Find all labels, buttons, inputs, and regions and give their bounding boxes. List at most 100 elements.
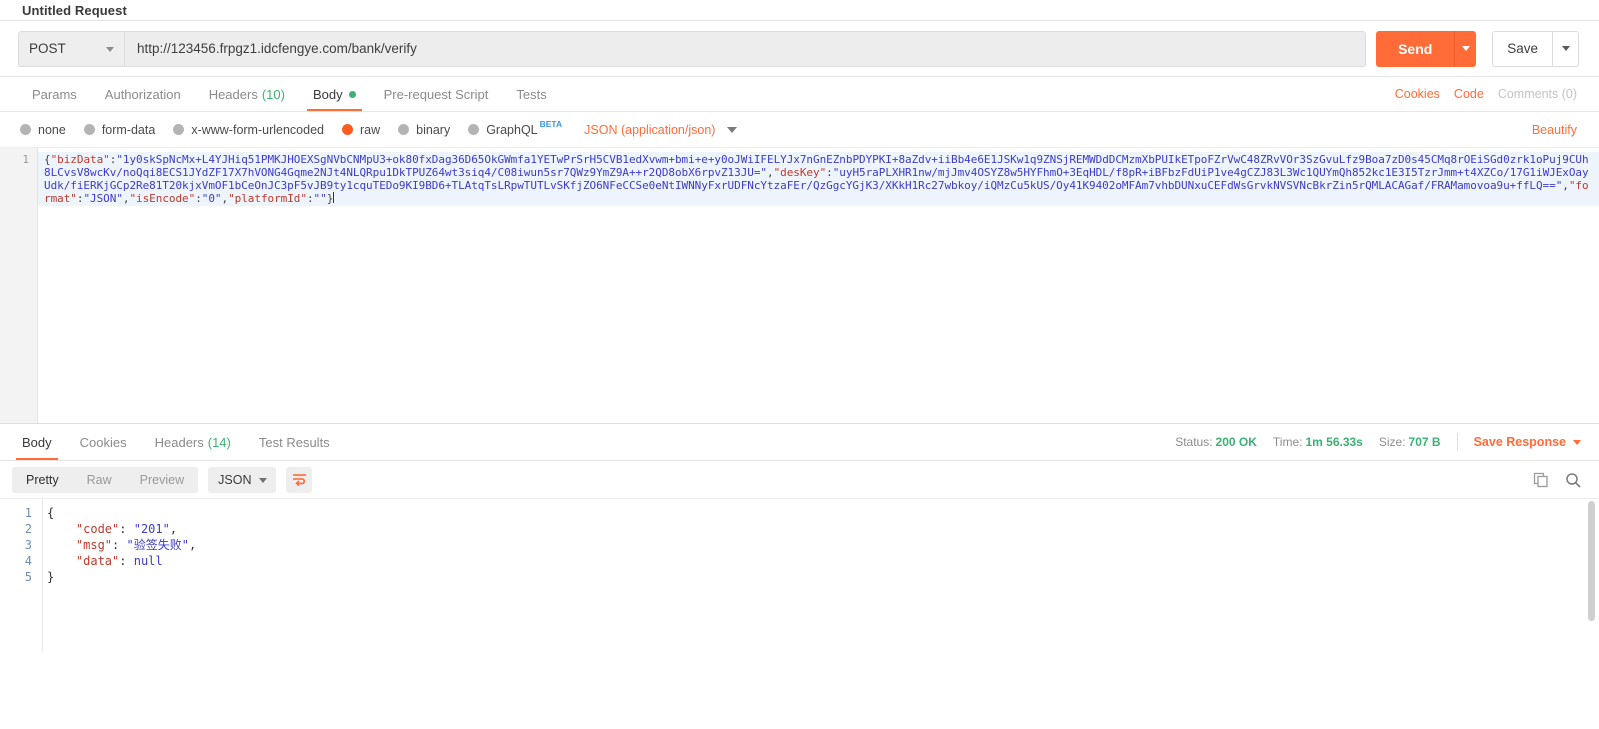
chevron-down-icon	[1561, 46, 1570, 51]
tab-label: Headers	[208, 86, 258, 102]
json-colon: :	[112, 538, 127, 552]
tab-headers[interactable]: Headers (10)	[195, 77, 299, 111]
size-value: 707 B	[1408, 435, 1441, 449]
json-value: "验签失败"	[126, 538, 189, 552]
response-tab-test-results[interactable]: Test Results	[245, 424, 344, 460]
tab-authorization[interactable]: Authorization	[91, 77, 195, 111]
body-type-none[interactable]: none	[20, 123, 66, 137]
json-colon: :	[119, 554, 134, 568]
send-button[interactable]: Send	[1376, 30, 1455, 67]
chevron-down-icon	[1573, 439, 1581, 445]
http-method-select[interactable]: POST	[18, 30, 124, 67]
request-body-text[interactable]: {"bizData":"1y0skSpNcMx+L4YJHiq51PMKJHOE…	[44, 153, 1593, 205]
body-type-label: raw	[360, 122, 381, 137]
url-input[interactable]: http://123456.frpgz1.idcfengye.com/bank/…	[124, 30, 1367, 67]
status-badge: Status: 200 OK	[1175, 435, 1257, 449]
save-response-button[interactable]: Save Response	[1474, 435, 1581, 449]
view-mode-label: Raw	[86, 472, 112, 487]
json-comma: ,	[169, 522, 178, 536]
tab-tests[interactable]: Tests	[502, 77, 560, 111]
view-mode-preview[interactable]: Preview	[126, 467, 198, 493]
http-method-label: POST	[29, 41, 66, 56]
line-number: 5	[24, 570, 32, 584]
save-group: Save	[1492, 30, 1579, 67]
code-link[interactable]: Code	[1454, 87, 1484, 101]
chevron-down-icon[interactable]	[727, 126, 738, 133]
beautify-button[interactable]: Beautify	[1532, 123, 1577, 137]
wrap-lines-icon	[292, 474, 306, 486]
response-meta: Status: 200 OK Time: 1m 56.33s Size: 707 B …	[1175, 424, 1599, 460]
tab-label: Cookies	[79, 434, 127, 450]
line-number: 1	[24, 506, 32, 520]
beta-badge: BETA	[539, 118, 563, 129]
body-type-label: x-www-form-urlencoded	[191, 122, 324, 137]
body-present-dot-icon	[348, 90, 356, 98]
cookies-link[interactable]: Cookies	[1395, 87, 1440, 101]
line-number: 1	[22, 153, 29, 166]
line-number: 3	[24, 538, 32, 552]
editor-gutter: 1	[0, 148, 38, 423]
view-mode-label: Pretty	[26, 472, 59, 487]
body-type-raw[interactable]: raw	[342, 123, 380, 137]
json-line: "code": "201",	[47, 521, 1599, 537]
chevron-down-icon	[106, 46, 114, 52]
view-mode-pretty[interactable]: Pretty	[12, 466, 73, 493]
save-options-button[interactable]	[1553, 30, 1579, 67]
response-scrollbar[interactable]	[1588, 501, 1595, 621]
request-title-bar: Untitled Request	[0, 0, 1599, 21]
tab-params[interactable]: Params	[18, 77, 91, 111]
response-view-mode-group: Pretty Raw Preview	[12, 466, 199, 493]
url-bar: POST http://123456.frpgz1.idcfengye.com/…	[0, 21, 1599, 77]
wrap-lines-button[interactable]	[286, 466, 313, 493]
body-type-row: none form-data x-www-form-urlencoded raw…	[0, 112, 1599, 148]
editor-code-area[interactable]: {"bizData":"1y0skSpNcMx+L4YJHiq51PMKJHOE…	[38, 148, 1599, 423]
json-value: "201"	[133, 522, 170, 536]
response-tab-cookies[interactable]: Cookies	[66, 424, 141, 460]
response-body-viewer[interactable]: 1 2 3 4 5 { "code": "201", "msg": "验签失败"…	[0, 499, 1599, 651]
content-type-select[interactable]: JSON (application/json)	[584, 123, 715, 137]
json-key: "code"	[75, 522, 120, 536]
radio-icon	[173, 124, 185, 135]
response-format-select[interactable]: JSON	[208, 466, 277, 493]
line-number: 4	[24, 554, 32, 568]
body-type-binary[interactable]: binary	[398, 123, 450, 137]
status-label: Status:	[1175, 435, 1213, 449]
request-body-editor[interactable]: 1 {"bizData":"1y0skSpNcMx+L4YJHiq51PMKJH…	[0, 148, 1599, 424]
json-key: "data"	[75, 554, 120, 568]
save-response-label: Save Response	[1473, 435, 1566, 449]
response-json[interactable]: { "code": "201", "msg": "验签失败", "data": …	[42, 499, 1599, 651]
radio-icon	[83, 124, 95, 135]
send-options-button[interactable]	[1454, 30, 1477, 67]
chevron-down-icon	[259, 477, 268, 483]
view-mode-raw[interactable]: Raw	[73, 467, 126, 493]
line-number: 2	[24, 522, 32, 536]
body-type-urlencoded[interactable]: x-www-form-urlencoded	[173, 123, 324, 137]
json-comma: ,	[188, 538, 197, 552]
response-tabs: Body Cookies Headers (14) Test Results S…	[0, 424, 1599, 461]
body-type-graphql[interactable]: GraphQL BETA	[468, 119, 562, 137]
tab-label: Authorization	[104, 86, 181, 102]
body-type-label: binary	[416, 122, 451, 137]
response-tab-headers[interactable]: Headers (14)	[141, 424, 245, 460]
time-label: Time:	[1272, 435, 1303, 449]
tab-body[interactable]: Body	[299, 77, 370, 111]
tab-label: Test Results	[258, 434, 330, 450]
body-type-label: GraphQL	[486, 122, 538, 137]
response-tab-body[interactable]: Body	[8, 424, 66, 460]
radio-icon	[468, 124, 480, 135]
response-toolbar-right	[1533, 472, 1581, 488]
comments-link[interactable]: Comments (0)	[1498, 87, 1577, 101]
response-gutter: 1 2 3 4 5	[0, 499, 42, 651]
body-type-form-data[interactable]: form-data	[83, 123, 155, 137]
tab-label: Tests	[516, 86, 547, 102]
save-button[interactable]: Save	[1492, 30, 1553, 67]
request-tabs-right-links: Cookies Code Comments (0)	[1395, 77, 1599, 111]
request-tabs: Params Authorization Headers (10) Body P…	[0, 77, 1599, 112]
copy-button[interactable]	[1533, 472, 1549, 488]
response-toolbar: Pretty Raw Preview JSON	[0, 461, 1599, 499]
json-open-brace: {	[47, 506, 55, 520]
radio-icon	[20, 124, 31, 135]
tab-pre-request-script[interactable]: Pre-request Script	[370, 77, 503, 111]
response-format-label: JSON	[218, 472, 252, 487]
search-button[interactable]	[1565, 472, 1581, 488]
